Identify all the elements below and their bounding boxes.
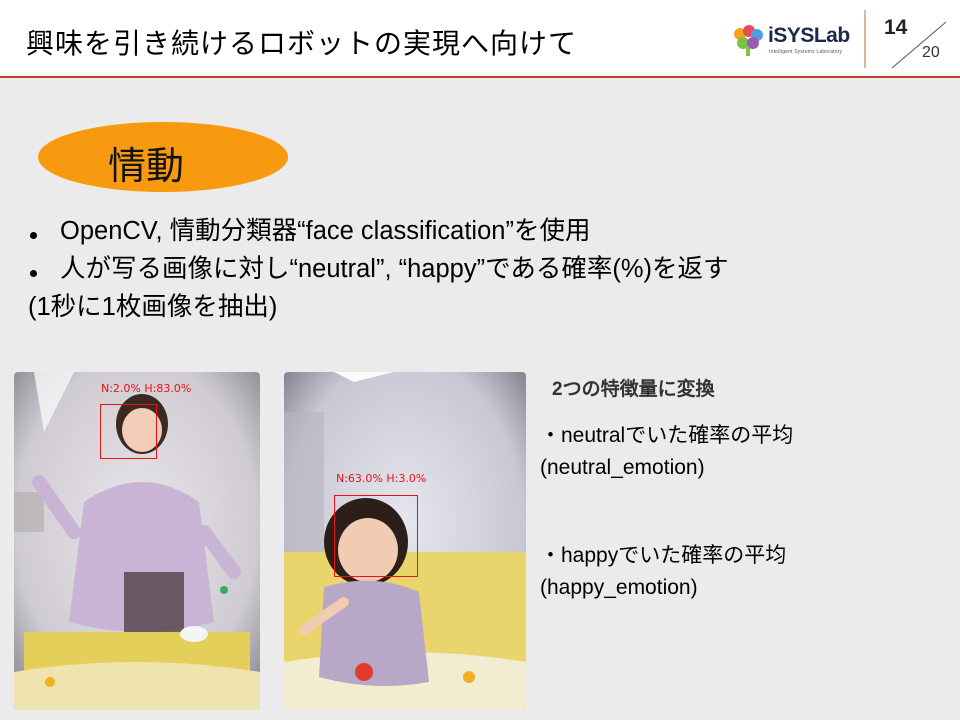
bullet-item: OpenCV, 情動分類器“face classification”を使用 <box>28 212 948 250</box>
features-title: 2つの特徴量に変換 <box>552 379 715 400</box>
detection-label: N:2.0% H:83.0% <box>101 382 192 395</box>
bullet-dot-icon <box>30 270 37 277</box>
feature-item: ・neutralでいた確率の平均 (neutral_emotion) <box>540 420 793 484</box>
slide-header: 興味を引き続けるロボットの実現へ向けて iSYSLab Intelligent … <box>0 0 960 76</box>
camera-photo-2: N:63.0% H:3.0% <box>284 372 526 710</box>
feature-description: ・neutralでいた確率の平均 <box>540 424 794 447</box>
face-detection-box <box>100 404 157 459</box>
bullet-list: OpenCV, 情動分類器“face classification”を使用 人が… <box>28 212 948 326</box>
section-label: 情動 <box>108 146 185 188</box>
bullet-dot-icon <box>30 232 37 239</box>
bullet-text: 人が写る画像に対し“neutral”, “happy”である確率(%)を返す <box>60 255 729 283</box>
bullet-item: 人が写る画像に対し“neutral”, “happy”である確率(%)を返す <box>28 250 948 288</box>
feature-description: ・happyでいた確率の平均 <box>540 544 787 567</box>
sampling-note: (1秒に1枚画像を抽出) <box>28 293 278 321</box>
header-rule <box>0 76 960 78</box>
camera-photo-1: N:2.0% H:83.0% <box>14 372 260 710</box>
bullet-text: OpenCV, 情動分類器“face classification”を使用 <box>60 217 591 245</box>
page-slash-divider <box>891 21 947 69</box>
feature-item: ・happyでいた確率の平均 (happy_emotion) <box>540 540 786 604</box>
face-detection-box <box>334 495 418 577</box>
feature-variable: (happy_emotion) <box>540 576 698 599</box>
page-total: 20 <box>922 44 940 61</box>
detection-label: N:63.0% H:3.0% <box>336 472 427 485</box>
feature-variable: (neutral_emotion) <box>540 456 705 479</box>
